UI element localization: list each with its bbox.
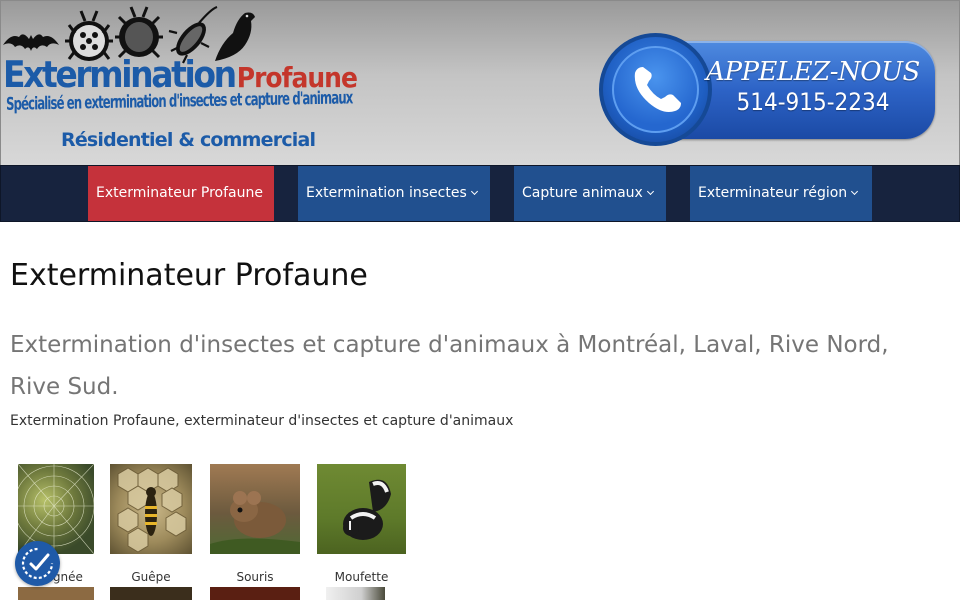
main-navigation: Exterminateur Profaune Extermination ins… <box>0 165 960 222</box>
nav-item-label: Capture animaux <box>522 185 643 201</box>
call-us-number: 514-915-2234 <box>736 88 890 116</box>
call-us-label: APPELEZ-NOUS <box>706 57 920 87</box>
intro-text: Extermination Profaune, exterminateur d'… <box>10 413 514 429</box>
call-us-text: APPELEZ-NOUS 514-915-2234 <box>699 57 927 117</box>
nav-item-extermination-insectes[interactable]: Extermination insectes <box>298 166 490 221</box>
wasp-photo <box>110 464 192 554</box>
phone-icon <box>634 67 681 112</box>
site-logo[interactable]: ExterminationProfaune Spécialisé en exte… <box>1 1 381 167</box>
gallery-thumbnail[interactable] <box>18 587 94 600</box>
nav-item-exterminateur-region[interactable]: Exterminateur région <box>690 166 872 221</box>
mouse-photo <box>210 464 300 554</box>
gallery-caption: Guêpe <box>131 570 171 584</box>
nav-item-label: Exterminateur région <box>698 185 848 201</box>
skunk-photo <box>317 464 406 554</box>
gallery-item-moufette[interactable]: Moufette <box>317 464 406 589</box>
gallery-thumbnail[interactable] <box>110 587 192 600</box>
chevron-down-icon <box>470 187 478 196</box>
gallery-caption: Souris <box>236 570 274 584</box>
site-header: ExterminationProfaune Spécialisé en exte… <box>0 0 960 166</box>
nav-item-capture-animaux[interactable]: Capture animaux <box>514 166 666 221</box>
gallery-caption: Moufette <box>334 570 389 584</box>
chevron-down-icon <box>646 187 654 196</box>
page-subtitle: Extermination d'insectes et capture d'an… <box>10 332 889 400</box>
phone-badge <box>599 33 712 146</box>
chevron-down-icon <box>851 187 859 196</box>
gallery-thumbnail[interactable] <box>210 587 300 600</box>
call-us-button[interactable]: APPELEZ-NOUS 514-915-2234 <box>599 33 935 146</box>
nav-item-exterminateur-profaune[interactable]: Exterminateur Profaune <box>88 166 274 221</box>
logo-tagline-secondary: Résidentiel & commercial <box>61 129 316 151</box>
accessibility-icon <box>21 547 54 580</box>
gallery-item-souris[interactable]: Souris <box>210 464 300 589</box>
gallery-item-guepe[interactable]: Guêpe <box>110 464 192 589</box>
gallery-thumbnail[interactable] <box>326 587 385 600</box>
nav-item-label: Extermination insectes <box>306 185 467 201</box>
accessibility-button[interactable] <box>15 541 60 586</box>
nav-item-label: Exterminateur Profaune <box>96 185 263 201</box>
page-title: Exterminateur Profaune <box>10 258 368 293</box>
